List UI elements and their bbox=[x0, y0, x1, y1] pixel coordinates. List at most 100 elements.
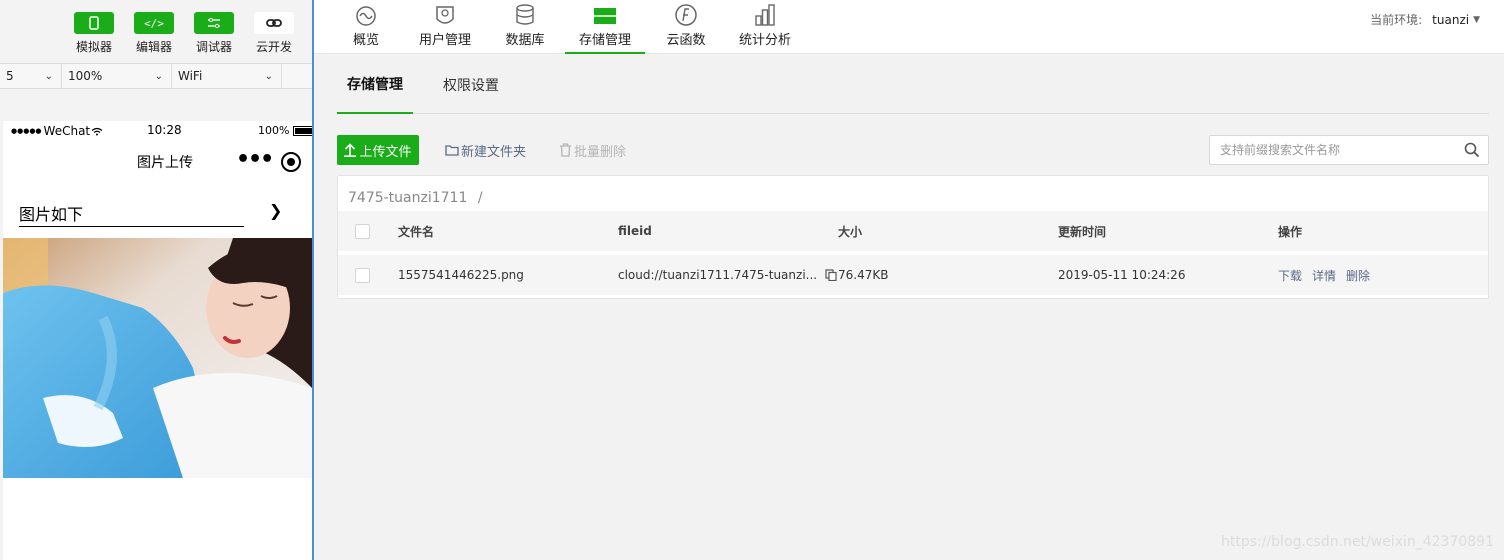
storage-icon bbox=[590, 0, 620, 26]
download-link[interactable]: 下载 bbox=[1278, 267, 1302, 284]
simulator-button[interactable]: 模拟器 bbox=[64, 12, 124, 55]
console-top-nav: 概览 用户管理 数据库 存储管理 云函数 统计分析 当前环境: tuanzi ▼ bbox=[314, 0, 1504, 54]
delete-link[interactable]: 删除 bbox=[1346, 267, 1370, 284]
capsule-close-icon[interactable] bbox=[281, 152, 301, 172]
storage-subtabs: 存储管理 权限设置 bbox=[337, 56, 1489, 114]
copy-icon[interactable] bbox=[825, 269, 837, 281]
debugger-label: 调试器 bbox=[195, 40, 232, 54]
nav-overview-label: 概览 bbox=[352, 33, 379, 48]
file-size: 76.47KB bbox=[838, 268, 889, 282]
breadcrumb-separator: / bbox=[477, 190, 483, 206]
uploaded-photo bbox=[3, 238, 312, 478]
wifi-icon bbox=[91, 127, 103, 135]
select-all-checkbox[interactable] bbox=[355, 223, 370, 239]
new-folder-label: 新建文件夹 bbox=[461, 144, 527, 160]
breadcrumb: 7475-tuanzi1711 / bbox=[348, 190, 483, 206]
battery-percent: 100% bbox=[258, 124, 290, 137]
cloud-function-icon bbox=[671, 0, 701, 26]
file-search bbox=[1209, 135, 1489, 165]
simulator-select-bar: 5 ⌄ 100% ⌄ WiFi ⌄ bbox=[0, 63, 312, 89]
table-row: 1557541446225.png cloud://tuanzi1711.747… bbox=[338, 255, 1488, 295]
nav-database[interactable]: 数据库 bbox=[502, 0, 548, 54]
caret-down-icon: ▼ bbox=[1473, 14, 1480, 25]
network-select-value: WiFi bbox=[178, 69, 203, 83]
device-select-value: 5 bbox=[6, 69, 14, 83]
upload-icon bbox=[344, 143, 357, 157]
file-updated: 2019-05-11 10:24:26 bbox=[1058, 268, 1186, 282]
tab-storage-label: 存储管理 bbox=[347, 77, 403, 93]
row-checkbox[interactable] bbox=[355, 267, 370, 283]
battery-indicator: 100% bbox=[258, 124, 312, 137]
environment-selector[interactable]: 当前环境: tuanzi ▼ bbox=[1370, 11, 1480, 28]
tab-permissions-label: 权限设置 bbox=[443, 78, 499, 94]
nav-cloud-function[interactable]: 云函数 bbox=[663, 0, 709, 54]
environment-value[interactable]: tuanzi bbox=[1432, 13, 1469, 27]
header-actions: 操作 bbox=[1278, 224, 1303, 239]
upload-file-label: 上传文件 bbox=[359, 144, 412, 160]
sliders-icon bbox=[194, 12, 234, 34]
zoom-select[interactable]: 100% ⌄ bbox=[62, 64, 172, 88]
file-name: 1557541446225.png bbox=[398, 268, 524, 282]
device-select[interactable]: 5 ⌄ bbox=[0, 64, 62, 88]
breadcrumb-root[interactable]: 7475-tuanzi1711 bbox=[348, 190, 467, 206]
nav-users-label: 用户管理 bbox=[418, 33, 471, 48]
database-icon bbox=[510, 0, 540, 26]
statistics-icon bbox=[750, 0, 780, 26]
storage-toolbar: 上传文件 新建文件夹 批量删除 bbox=[337, 135, 1489, 165]
phone-status-bar: ●●●●● WeChat 10:28 100% bbox=[3, 121, 312, 141]
editor-label: 编辑器 bbox=[135, 40, 172, 54]
cloud-dev-button[interactable]: 云开发 bbox=[244, 12, 304, 55]
nav-cloud-function-label: 云函数 bbox=[666, 33, 706, 48]
tab-storage[interactable]: 存储管理 bbox=[337, 56, 413, 114]
zoom-select-value: 100% bbox=[68, 69, 103, 83]
debugger-button[interactable]: 调试器 bbox=[184, 12, 244, 55]
header-size: 大小 bbox=[838, 224, 863, 239]
editor-button[interactable]: </> 编辑器 bbox=[124, 12, 184, 55]
trash-icon bbox=[560, 143, 571, 157]
simulator-pane: 模拟器 </> 编辑器 调试器 云开发 5 ⌄ 100% ⌄ WiFi ⌄ ●●… bbox=[0, 0, 312, 560]
link-icon bbox=[254, 12, 294, 34]
tab-permissions[interactable]: 权限设置 bbox=[433, 56, 509, 114]
code-icon: </> bbox=[134, 12, 174, 34]
file-id-cell: cloud://tuanzi1711.7475-tuanzi... bbox=[618, 255, 837, 295]
header-updated: 更新时间 bbox=[1058, 224, 1107, 239]
file-search-input[interactable] bbox=[1210, 136, 1450, 164]
phone-nav-bar: 图片上传 ••• bbox=[3, 141, 312, 183]
nav-statistics[interactable]: 统计分析 bbox=[736, 0, 794, 54]
batch-delete-label: 批量删除 bbox=[574, 144, 627, 160]
file-list-panel: 7475-tuanzi1711 / 文件名 fileid 大小 更新时间 操作 … bbox=[337, 175, 1489, 299]
row-select-cell bbox=[355, 255, 370, 295]
header-fileid: fileid bbox=[618, 224, 652, 238]
nav-storage[interactable]: 存储管理 bbox=[565, 0, 645, 54]
details-link[interactable]: 详情 bbox=[1312, 267, 1336, 284]
select-all-cell bbox=[355, 211, 370, 251]
upload-file-button[interactable]: 上传文件 bbox=[337, 135, 419, 165]
nav-storage-label: 存储管理 bbox=[578, 33, 631, 48]
chevron-down-icon: ⌄ bbox=[264, 70, 273, 82]
table-header: 文件名 fileid 大小 更新时间 操作 bbox=[338, 211, 1488, 251]
phone-icon bbox=[74, 12, 114, 34]
nav-database-label: 数据库 bbox=[505, 33, 545, 48]
nav-users[interactable]: 用户管理 bbox=[416, 0, 474, 54]
users-icon bbox=[430, 0, 460, 26]
batch-delete-button[interactable]: 批量删除 bbox=[559, 135, 626, 165]
chevron-down-icon: ⌄ bbox=[44, 70, 53, 82]
simulator-label: 模拟器 bbox=[75, 40, 112, 54]
more-icon[interactable]: ••• bbox=[236, 147, 274, 172]
nav-overview[interactable]: 概览 bbox=[344, 0, 388, 54]
overview-icon bbox=[351, 0, 381, 26]
picture-row[interactable]: 图片如下 ❯ bbox=[3, 183, 312, 238]
signal-dots-icon: ●●●●● bbox=[11, 127, 42, 135]
signal-indicator: ●●●●● WeChat bbox=[11, 124, 103, 138]
cloud-dev-label: 云开发 bbox=[255, 40, 292, 54]
header-name: 文件名 bbox=[398, 224, 435, 239]
folder-icon bbox=[445, 145, 459, 156]
app-root: 模拟器 </> 编辑器 调试器 云开发 5 ⌄ 100% ⌄ WiFi ⌄ ●●… bbox=[0, 0, 1504, 560]
phone-screen: ●●●●● WeChat 10:28 100% 图片上传 ••• 图片如下 ❯ bbox=[3, 121, 312, 560]
new-folder-button[interactable]: 新建文件夹 bbox=[445, 135, 526, 165]
search-icon[interactable] bbox=[1464, 142, 1480, 162]
devtools-toolbar: 模拟器 </> 编辑器 调试器 云开发 bbox=[64, 12, 304, 55]
network-select[interactable]: WiFi ⌄ bbox=[172, 64, 282, 88]
watermark: https://blog.csdn.net/weixin_42370891 bbox=[1220, 534, 1494, 550]
environment-label: 当前环境: bbox=[1370, 13, 1423, 27]
